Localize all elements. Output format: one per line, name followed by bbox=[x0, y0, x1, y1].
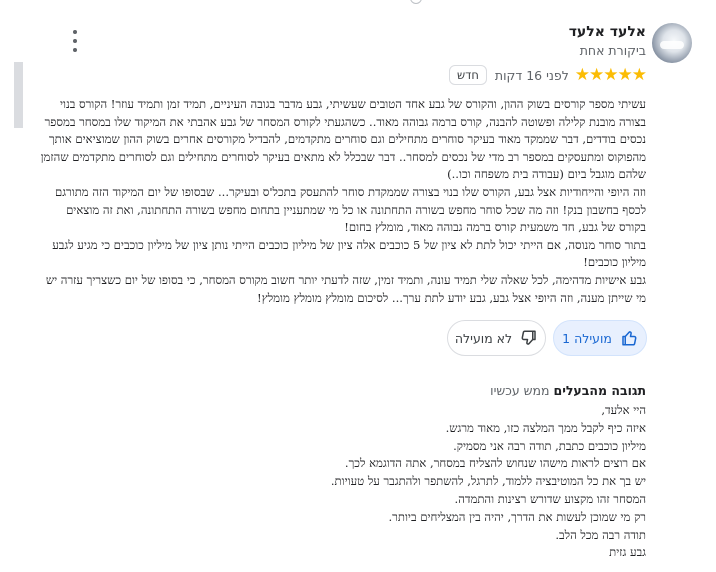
review-paragraph: בתור סוחר מנוסה, אם הייתי יכול לתת לא צי… bbox=[52, 237, 646, 270]
new-badge: חדש bbox=[448, 65, 487, 85]
owner-reply-header: תגובה מהבעליםממש עכשיו bbox=[90, 383, 646, 398]
owner-reply-text: היי אלעד, איזה כיף לקבל ממך המלצה כזו, מ… bbox=[90, 402, 646, 562]
reply-line: היי אלעד, bbox=[601, 403, 646, 417]
not-helpful-label: לא מועילה bbox=[454, 330, 513, 346]
review-time: לפני 16 דקות bbox=[494, 67, 569, 83]
helpful-button[interactable]: מועילה 1 bbox=[553, 320, 647, 356]
reply-line: אם רוצים לראות מישהו שנחוש להצליח במסחר,… bbox=[344, 456, 646, 471]
reply-line: איזה כיף לקבל ממך המלצה כזו, מאוד מרגש. bbox=[445, 420, 646, 435]
star-rating: ★★★★★ bbox=[574, 65, 647, 85]
reviewer-avatar[interactable] bbox=[652, 23, 692, 63]
reply-line: גבע גזית bbox=[609, 545, 646, 560]
not-helpful-button[interactable]: לא מועילה bbox=[447, 320, 546, 356]
reply-line: תודה רבה מכל הלב. bbox=[555, 527, 646, 542]
reviewer-name[interactable]: אלעד אלעד bbox=[569, 24, 646, 40]
thumb-up-icon bbox=[622, 331, 637, 346]
more-options-button[interactable] bbox=[66, 28, 84, 54]
reply-line: רק מי שמוכן לעשות את הדרך, יהיה בין המצל… bbox=[388, 509, 647, 524]
thumb-down-icon bbox=[521, 330, 536, 345]
review-text: עשיתי מספר קורסים בשוק ההון, והקורס של ג… bbox=[38, 96, 646, 307]
reply-line: יש בך את כל המוטיבציה ללמוד, לתרגל, להשת… bbox=[330, 474, 646, 489]
review-paragraph: גבע אישיות מדהימה, לכל שאלה שלי תמיד עונ… bbox=[45, 272, 646, 305]
review-paragraph: עשיתי מספר קורסים בשוק ההון, והקורס של ג… bbox=[40, 97, 646, 182]
reviewer-review-count: ביקורת אחת bbox=[579, 43, 646, 58]
scrollbar-thumb[interactable] bbox=[14, 62, 23, 128]
more-vert-icon bbox=[73, 30, 77, 34]
reply-line: המסחר זהו מקצוע שדורש רצינות והתמדה. bbox=[454, 491, 646, 506]
helpful-label: מועילה 1 bbox=[562, 330, 612, 346]
fragment-dot-icon bbox=[410, 0, 422, 4]
reply-line: מיליון כוכבים כתבת, תודה רבה אני מסמיק. bbox=[453, 438, 646, 453]
owner-reply-title: תגובה מהבעלים bbox=[553, 383, 646, 398]
review-meta: ★★★★★ לפני 16 דקות חדש bbox=[448, 64, 647, 86]
owner-reply-time: ממש עכשיו bbox=[490, 383, 550, 398]
owner-reply: תגובה מהבעליםממש עכשיו היי אלעד, איזה כי… bbox=[90, 383, 646, 562]
review-paragraph: וזה היופי והייחודיות אצל גבע, הקורס שלו … bbox=[55, 184, 646, 235]
previous-review-fragment bbox=[410, 0, 422, 7]
